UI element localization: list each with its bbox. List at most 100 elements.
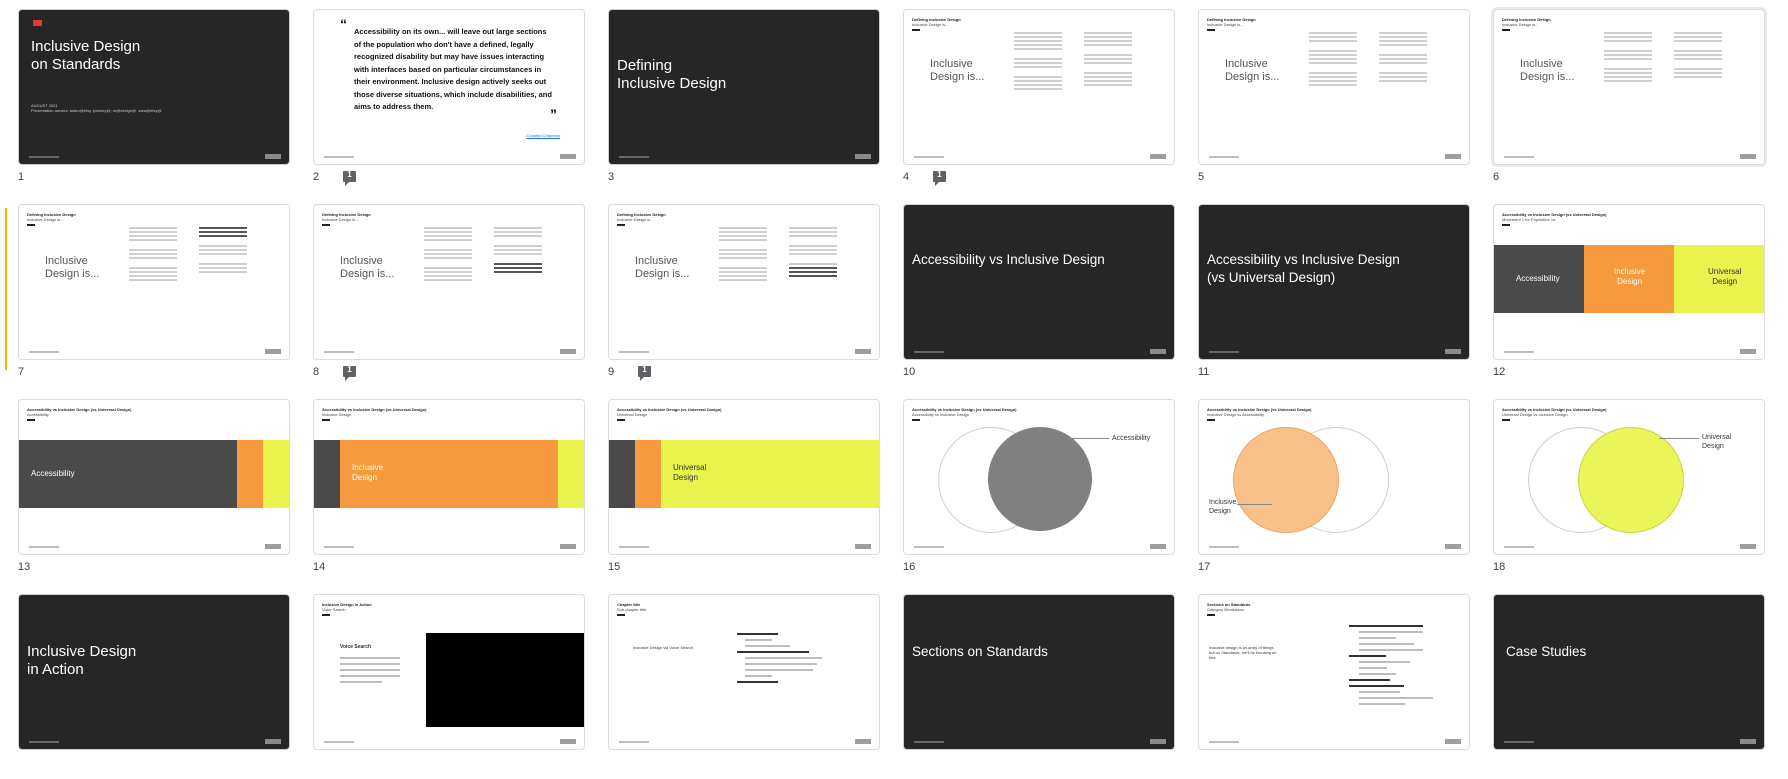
slide-preview[interactable]: Defining Inclusive Design bbox=[608, 9, 880, 165]
slide-subheader: Category Breakdown bbox=[1207, 607, 1245, 612]
logo-icon bbox=[855, 544, 871, 549]
slide-thumbnail-12[interactable]: Accessibility vs Inclusive Design (vs Un… bbox=[1493, 204, 1765, 389]
slide-thumbnail-14[interactable]: Accessibility vs Inclusive Design (vs Un… bbox=[313, 399, 585, 584]
slide-preview[interactable]: Defining Inclusive Design Inclusive Desi… bbox=[1493, 9, 1765, 165]
slide-thumbnail-13[interactable]: Accessibility vs Inclusive Design (vs Un… bbox=[18, 399, 290, 584]
footer-line bbox=[1209, 351, 1239, 353]
slide-preview[interactable]: Sections on Standards bbox=[903, 594, 1175, 750]
comment-count: 1 bbox=[642, 365, 647, 374]
logo-icon bbox=[1445, 349, 1461, 354]
venn-label: Accessibility bbox=[1112, 435, 1151, 442]
slide-thumbnail-23[interactable]: Sections on Standards Category Breakdown… bbox=[1198, 594, 1470, 779]
accessibility-block bbox=[314, 440, 340, 508]
body-text-lines bbox=[340, 657, 400, 687]
section-heading: Voice Search bbox=[340, 644, 372, 650]
slide-preview[interactable]: Sections on Standards Category Breakdown… bbox=[1198, 594, 1470, 750]
slide-preview[interactable]: Inclusive Design on Standards AUGUST 202… bbox=[18, 9, 290, 165]
text-column bbox=[789, 225, 837, 277]
callout-line bbox=[1069, 438, 1109, 439]
logo-icon bbox=[1150, 154, 1166, 159]
header-dash bbox=[1502, 29, 1510, 31]
slide-preview[interactable]: Defining Inclusive Design Inclusive Desi… bbox=[313, 204, 585, 360]
slide-thumbnail-10[interactable]: Accessibility vs Inclusive Design 10 bbox=[903, 204, 1175, 389]
slide-thumbnail-9[interactable]: Defining Inclusive Design Inclusive Desi… bbox=[608, 204, 880, 389]
logo-icon bbox=[1740, 349, 1756, 354]
slide-preview[interactable]: Accessibility vs Inclusive Design (vs Un… bbox=[1198, 204, 1470, 360]
slide-thumbnail-5[interactable]: Defining Inclusive Design Inclusive Desi… bbox=[1198, 9, 1470, 194]
slide-subheader: Voice Search bbox=[322, 607, 346, 612]
footer-line bbox=[914, 351, 944, 353]
slide-preview[interactable]: Accessibility vs Inclusive Design (vs Un… bbox=[903, 399, 1175, 555]
slide-subheader: Inclusive Design is... bbox=[1207, 22, 1244, 27]
slide-subheader: Inclusive Design bbox=[322, 412, 352, 417]
slide-preview[interactable]: Accessibility vs Inclusive Design (vs Un… bbox=[608, 399, 880, 555]
footer-line bbox=[29, 156, 59, 158]
comment-icon[interactable]: 1 bbox=[933, 170, 946, 186]
slide-thumbnail-1[interactable]: Inclusive Design on Standards AUGUST 202… bbox=[18, 9, 290, 194]
video-placeholder[interactable] bbox=[426, 633, 584, 727]
slide-thumbnail-8[interactable]: Defining Inclusive Design Inclusive Desi… bbox=[313, 204, 585, 389]
slide-preview[interactable]: Defining Inclusive Design Inclusive Desi… bbox=[1198, 9, 1470, 165]
comment-icon[interactable]: 1 bbox=[638, 365, 651, 381]
logo-icon bbox=[1150, 739, 1166, 744]
slide-subheader: Inclusive Design is... bbox=[27, 217, 64, 222]
header-dash bbox=[27, 419, 35, 421]
slide-thumbnail-2[interactable]: “ Accessibility on its own... will leave… bbox=[313, 9, 585, 194]
slide-preview[interactable]: Defining Inclusive Design Inclusive Desi… bbox=[903, 9, 1175, 165]
slide-thumbnail-17[interactable]: Accessibility vs Inclusive Design (vs Un… bbox=[1198, 399, 1470, 584]
slide-owners: Presentation owners: adam@etsy, lyndsey@… bbox=[31, 108, 162, 113]
logo-icon bbox=[1445, 544, 1461, 549]
slide-preview[interactable]: Accessibility vs Inclusive Design (vs Un… bbox=[1493, 204, 1765, 360]
comment-count: 1 bbox=[347, 170, 352, 179]
slide-thumbnail-21[interactable]: Chapter title Sub-chapter title Inclusiv… bbox=[608, 594, 880, 779]
accessibility-block bbox=[609, 440, 635, 508]
slide-thumbnail-24[interactable]: Case Studies bbox=[1493, 594, 1765, 779]
slide-thumbnail-15[interactable]: Accessibility vs Inclusive Design (vs Un… bbox=[608, 399, 880, 584]
numbered-list bbox=[1349, 625, 1441, 709]
slide-thumbnail-3[interactable]: Defining Inclusive Design 3 bbox=[608, 9, 880, 194]
slide-preview[interactable]: Accessibility vs Inclusive Design (vs Un… bbox=[313, 399, 585, 555]
slide-preview[interactable]: Inclusive Design in Action Voice Search … bbox=[313, 594, 585, 750]
logo-icon bbox=[1150, 349, 1166, 354]
slide-preview[interactable]: Accessibility vs Inclusive Design (vs Un… bbox=[1493, 399, 1765, 555]
quote-author-link[interactable]: Cordelia Chapman bbox=[527, 133, 560, 138]
header-dash bbox=[322, 614, 330, 616]
slide-preview[interactable]: Accessibility vs Inclusive Design (vs Un… bbox=[1198, 399, 1470, 555]
slide-thumbnail-20[interactable]: Inclusive Design in Action Voice Search … bbox=[313, 594, 585, 779]
slide-preview[interactable]: Accessibility vs Inclusive Design (vs Un… bbox=[18, 399, 290, 555]
close-quote-icon: ” bbox=[550, 106, 557, 122]
slide-thumbnail-6[interactable]: Defining Inclusive Design Inclusive Desi… bbox=[1493, 9, 1765, 194]
universal-design-block bbox=[558, 440, 584, 508]
slide-preview[interactable]: Inclusive Design in Action bbox=[18, 594, 290, 750]
footer-line bbox=[29, 741, 59, 743]
slide-preview[interactable]: Defining Inclusive Design Inclusive Desi… bbox=[18, 204, 290, 360]
slide-preview[interactable]: Accessibility vs Inclusive Design bbox=[903, 204, 1175, 360]
text-column bbox=[494, 225, 542, 273]
logo-icon bbox=[1445, 739, 1461, 744]
slide-preview[interactable]: “ Accessibility on its own... will leave… bbox=[313, 9, 585, 165]
block-label: Inclusive Design bbox=[352, 463, 384, 482]
slide-thumbnail-19[interactable]: Inclusive Design in Action bbox=[18, 594, 290, 779]
slide-number: 6 bbox=[1493, 171, 1500, 183]
open-quote-icon: “ bbox=[340, 16, 347, 32]
slide-preview[interactable]: Case Studies bbox=[1493, 594, 1765, 750]
slide-big-text: Inclusive Design is... bbox=[930, 58, 985, 83]
comment-icon[interactable]: 1 bbox=[343, 365, 356, 381]
slide-thumbnail-11[interactable]: Accessibility vs Inclusive Design (vs Un… bbox=[1198, 204, 1470, 389]
footer-line bbox=[619, 156, 649, 158]
slide-title: Accessibility vs Inclusive Design bbox=[912, 252, 1105, 267]
comment-icon[interactable]: 1 bbox=[343, 170, 356, 186]
slide-thumbnail-22[interactable]: Sections on Standards bbox=[903, 594, 1175, 779]
slide-number: 10 bbox=[903, 366, 916, 378]
header-dash bbox=[1502, 224, 1510, 226]
slide-thumbnail-18[interactable]: Accessibility vs Inclusive Design (vs Un… bbox=[1493, 399, 1765, 584]
footer-line bbox=[914, 546, 944, 548]
slide-thumbnail-4[interactable]: Defining Inclusive Design Inclusive Desi… bbox=[903, 9, 1175, 194]
slide-preview[interactable]: Chapter title Sub-chapter title Inclusiv… bbox=[608, 594, 880, 750]
slide-number: 14 bbox=[313, 561, 326, 573]
footer-line bbox=[1504, 546, 1534, 548]
logo-icon bbox=[560, 154, 576, 159]
slide-thumbnail-16[interactable]: Accessibility vs Inclusive Design (vs Un… bbox=[903, 399, 1175, 584]
slide-thumbnail-7[interactable]: Defining Inclusive Design Inclusive Desi… bbox=[18, 204, 290, 389]
slide-preview[interactable]: Defining Inclusive Design Inclusive Desi… bbox=[608, 204, 880, 360]
